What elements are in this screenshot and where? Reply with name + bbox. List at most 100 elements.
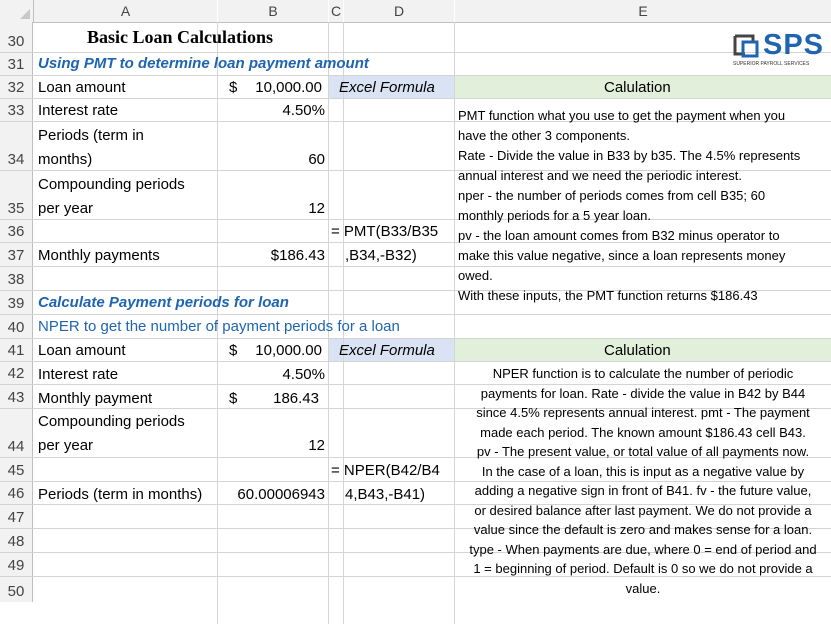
note-line: With these inputs, the PMT function retu… — [458, 288, 758, 303]
cell-a46[interactable]: Periods (term in months) — [38, 486, 202, 503]
grid-line — [0, 361, 831, 362]
row-header[interactable]: 43 — [0, 385, 33, 408]
note-line: value since the default is zero and make… — [473, 522, 813, 537]
logo-text: SPS — [763, 29, 825, 61]
cell-b44[interactable]: 12 — [240, 437, 325, 454]
row-header[interactable]: 40 — [0, 315, 33, 338]
cell-b32-currency[interactable]: $ — [229, 79, 237, 96]
row-header[interactable]: 44 — [0, 409, 33, 457]
row-header[interactable]: 42 — [0, 362, 33, 384]
pmt-explanation[interactable]: PMT function what you use to get the pay… — [458, 106, 800, 306]
note-line: PMT function what you use to get the pay… — [458, 108, 786, 123]
note-line: payments for loan. Rate - divide the val… — [480, 385, 806, 401]
row-header[interactable]: 46 — [0, 482, 33, 504]
note-line: NPER function is to calculate the number… — [492, 366, 794, 381]
row-header[interactable]: 31 — [0, 53, 33, 75]
cell-b32[interactable]: 10,000.00 — [240, 79, 322, 96]
calc-header-2[interactable]: Calulation — [604, 342, 671, 359]
row-header[interactable]: 38 — [0, 267, 33, 290]
cell-d36-formula-line1[interactable]: = PMT(B33/B35 — [331, 223, 438, 240]
note-line: have the other 3 components. — [458, 128, 631, 143]
cell-d45-formula-line1[interactable]: = NPER(B42/B4 — [331, 462, 440, 479]
note-line: owed. — [458, 268, 493, 283]
column-header-a[interactable]: A — [34, 0, 217, 23]
note-line: type - When payments are due, where 0 = … — [469, 541, 817, 557]
logo-tagline: SUPERIOR PAYROLL SERVICES — [733, 61, 810, 67]
grid-line — [0, 98, 831, 99]
row-header[interactable]: 50 — [0, 577, 33, 602]
row-header[interactable]: 34 — [0, 122, 33, 170]
cell-a33[interactable]: Interest rate — [38, 102, 118, 119]
cell-b35[interactable]: 12 — [240, 200, 325, 217]
row-header[interactable]: 35 — [0, 171, 33, 219]
grid-line — [0, 75, 831, 76]
cell-a37[interactable]: Monthly payments — [38, 247, 160, 264]
cell-a42[interactable]: Interest rate — [38, 366, 118, 383]
note-line: made each period. The known amount $186.… — [480, 424, 806, 440]
row-header[interactable]: 39 — [0, 291, 33, 314]
pmt-subtitle: Using PMT to determine loan payment amou… — [38, 55, 369, 72]
cell-b42[interactable]: 4.50% — [240, 366, 325, 383]
note-line: Rate - Divide the value in B33 by b35. T… — [458, 148, 801, 163]
cell-a34-line1[interactable]: Periods (term in — [38, 127, 144, 144]
cell-b33[interactable]: 4.50% — [240, 102, 325, 119]
cell-a35-line1[interactable]: Compounding periods — [38, 176, 185, 193]
cell-d37-formula-line2[interactable]: ,B34,-B32) — [345, 247, 417, 264]
cell-a34-line2[interactable]: months) — [38, 151, 92, 168]
sps-logo: SPS SUPERIOR PAYROLL SERVICES — [733, 29, 825, 70]
note-line: 1 = beginning of period. Default is 0 so… — [473, 561, 813, 576]
cell-b41-currency[interactable]: $ — [229, 342, 237, 359]
grid-line — [0, 52, 831, 53]
note-line: make this value negative, since a loan r… — [458, 248, 786, 263]
note-line: pv - the loan amount comes from B32 minu… — [458, 228, 780, 243]
calc-header-1[interactable]: Calulation — [604, 79, 671, 96]
row-header[interactable]: 47 — [0, 505, 33, 528]
cell-a41[interactable]: Loan amount — [38, 342, 126, 359]
cell-a44-line1[interactable]: Compounding periods — [38, 413, 185, 430]
row-header[interactable]: 41 — [0, 339, 33, 361]
note-line: value. — [625, 580, 661, 596]
nper-intro: NPER to get the number of payment period… — [38, 318, 400, 335]
column-header-b[interactable]: B — [218, 0, 328, 23]
formula-header-2[interactable]: Excel Formula — [339, 342, 435, 359]
grid-line — [0, 314, 831, 315]
note-line: monthly periods for a 5 year loan. — [458, 208, 651, 223]
note-line: or desired balance after last payment. W… — [474, 502, 812, 518]
cell-a35-line2[interactable]: per year — [38, 200, 93, 217]
row-header[interactable]: 36 — [0, 220, 33, 242]
row-header[interactable]: 48 — [0, 529, 33, 552]
row-header[interactable]: 33 — [0, 99, 33, 121]
note-line: pv - The present value, or total value o… — [476, 444, 810, 459]
note-line: nper - the number of periods comes from … — [458, 188, 766, 203]
row-header[interactable]: 45 — [0, 458, 33, 481]
cell-b41[interactable]: 10,000.00 — [240, 342, 322, 359]
column-header-d[interactable]: D — [344, 0, 454, 23]
row-header[interactable]: 32 — [0, 76, 33, 98]
row-header[interactable]: 30 — [0, 22, 33, 52]
formula-header-1[interactable]: Excel Formula — [339, 79, 435, 96]
row-header[interactable]: 49 — [0, 553, 33, 576]
nper-explanation[interactable]: NPER function is to calculate the number… — [456, 364, 830, 598]
cell-b43-currency[interactable]: $ — [229, 390, 237, 407]
select-all-corner[interactable] — [0, 0, 34, 23]
spreadsheet[interactable]: A B C D E 30 31 32 33 34 35 36 37 38 39 … — [0, 0, 831, 624]
sheet-title: Basic Loan Calculations — [87, 27, 274, 47]
note-line: since 4.5% represents annual interest. p… — [476, 405, 810, 420]
cell-b43[interactable]: 186.43 — [240, 390, 319, 407]
cell-b34[interactable]: 60 — [240, 151, 325, 168]
cell-d46-formula-line2[interactable]: 4,B43,-B41) — [345, 486, 425, 503]
column-header-e[interactable]: E — [455, 0, 831, 23]
row-header[interactable]: 37 — [0, 243, 33, 266]
column-header-c[interactable]: C — [329, 0, 343, 23]
note-line: In the case of a loan, this is input as … — [481, 463, 805, 479]
note-line: adding a negative sign in front of B41. … — [474, 483, 812, 498]
logo-mark-icon — [733, 34, 759, 58]
grid-line — [454, 22, 455, 624]
cell-b37[interactable]: $186.43 — [240, 247, 325, 264]
cell-b46[interactable]: 60.00006943 — [220, 486, 325, 503]
note-line: annual interest and we need the periodic… — [458, 168, 743, 183]
cell-a32[interactable]: Loan amount — [38, 79, 126, 96]
cell-a43[interactable]: Monthly payment — [38, 390, 152, 407]
grid-line — [0, 338, 831, 339]
cell-a44-line2[interactable]: per year — [38, 437, 93, 454]
